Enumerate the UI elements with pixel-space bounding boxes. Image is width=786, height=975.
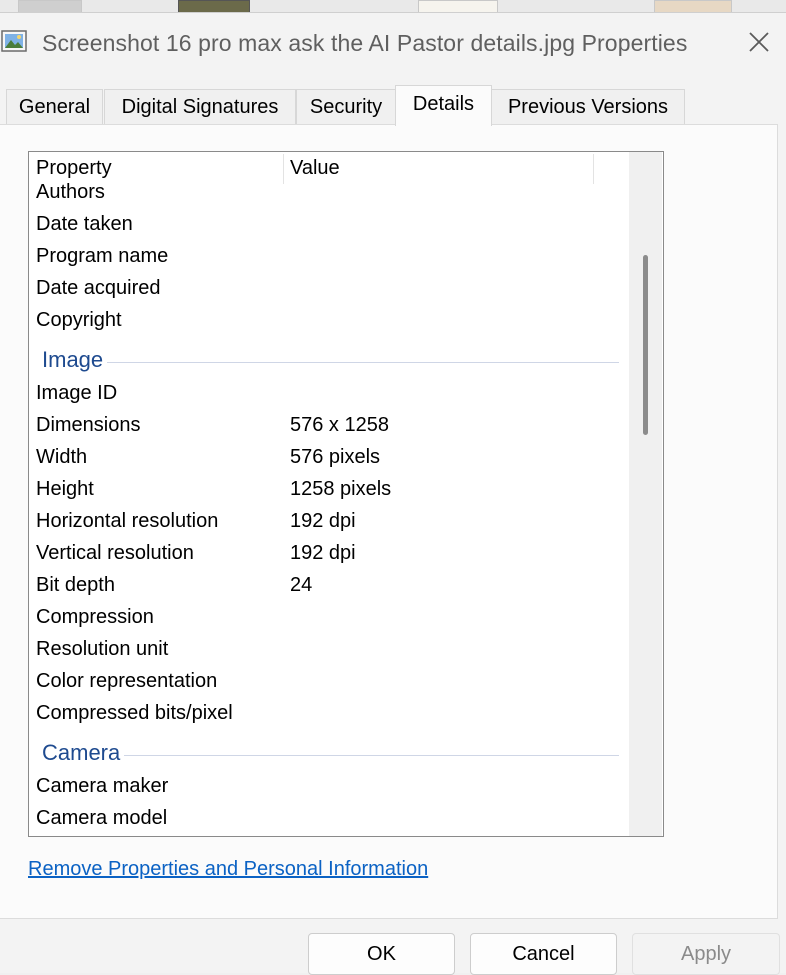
list-item[interactable]: Date acquired <box>29 274 629 306</box>
apply-button[interactable]: Apply <box>632 933 780 975</box>
property-value[interactable]: 24 <box>290 574 312 597</box>
property-value[interactable]: 192 dpi <box>290 510 356 533</box>
tab-strip: General Digital Signatures Security Deta… <box>0 85 786 126</box>
list-item[interactable]: Dimensions 576 x 1258 <box>29 411 629 443</box>
property-name: Vertical resolution <box>36 542 194 564</box>
property-name: Color representation <box>36 670 218 692</box>
property-name: Image ID <box>36 382 118 404</box>
list-item[interactable]: Image ID <box>29 379 629 411</box>
scrollbar-thumb[interactable] <box>643 255 648 435</box>
image-file-icon <box>1 30 27 52</box>
tab-security[interactable]: Security <box>296 89 396 124</box>
list-item[interactable]: Horizontal resolution 192 dpi <box>29 507 629 539</box>
close-icon[interactable] <box>744 27 774 57</box>
list-item[interactable]: Program name <box>29 242 629 274</box>
list-item[interactable]: Copyright <box>29 306 629 338</box>
list-item[interactable]: Compression <box>29 603 629 635</box>
property-list[interactable]: Property Value Authors Date taken Progra… <box>28 151 664 837</box>
list-item[interactable]: Width 576 pixels <box>29 443 629 475</box>
property-value[interactable]: 192 dpi <box>290 542 356 565</box>
property-name: Bit depth <box>36 574 115 596</box>
column-header-value[interactable]: Value <box>290 157 340 180</box>
list-item[interactable]: Resolution unit <box>29 635 629 667</box>
property-name: Dimensions <box>36 414 141 436</box>
tab-digital-signatures[interactable]: Digital Signatures <box>104 89 296 124</box>
list-item[interactable]: Date taken <box>29 210 629 242</box>
property-value[interactable]: 1258 pixels <box>290 478 391 501</box>
window-title: Screenshot 16 pro max ask the AI Pastor … <box>42 30 688 56</box>
property-list-content: Property Value Authors Date taken Progra… <box>29 152 629 836</box>
property-name: Date taken <box>36 213 133 235</box>
property-name: Program name <box>36 245 169 267</box>
properties-dialog: Screenshot 16 pro max ask the AI Pastor … <box>0 12 786 975</box>
group-header-camera: Camera <box>29 739 629 771</box>
list-item[interactable]: Compressed bits/pixel <box>29 699 629 731</box>
property-name: Compressed bits/pixel <box>36 702 233 724</box>
list-item[interactable]: Vertical resolution 192 dpi <box>29 539 629 571</box>
property-name: Copyright <box>36 309 122 331</box>
group-label: Image <box>42 347 108 373</box>
property-name: Horizontal resolution <box>36 510 219 532</box>
property-name: Camera model <box>36 807 168 829</box>
list-item[interactable]: Camera maker <box>29 772 629 804</box>
group-header-image: Image <box>29 346 629 378</box>
list-item[interactable]: Bit depth 24 <box>29 571 629 603</box>
property-name: Height <box>36 478 94 500</box>
property-value[interactable]: 576 x 1258 <box>290 414 389 437</box>
group-label: Camera <box>42 740 125 766</box>
column-header-property[interactable]: Property <box>36 157 112 180</box>
property-name: Date acquired <box>36 277 161 299</box>
group-divider <box>42 362 619 363</box>
tab-previous-versions[interactable]: Previous Versions <box>491 89 685 124</box>
title-bar: Screenshot 16 pro max ask the AI Pastor … <box>0 13 786 75</box>
list-item[interactable]: Authors <box>29 178 629 210</box>
remove-properties-link[interactable]: Remove Properties and Personal Informati… <box>28 858 428 881</box>
list-item[interactable]: Camera model <box>29 804 629 836</box>
property-value[interactable]: 576 pixels <box>290 446 380 469</box>
property-name: Camera maker <box>36 775 169 797</box>
list-item[interactable]: Color representation <box>29 667 629 699</box>
property-name: Compression <box>36 606 154 628</box>
ok-button[interactable]: OK <box>308 933 455 975</box>
list-item[interactable]: Height 1258 pixels <box>29 475 629 507</box>
property-name: Resolution unit <box>36 638 169 660</box>
cancel-button[interactable]: Cancel <box>470 933 617 975</box>
tab-general[interactable]: General <box>6 89 103 124</box>
group-divider <box>42 755 619 756</box>
property-name: Authors <box>36 181 105 203</box>
vertical-scrollbar[interactable] <box>629 152 662 836</box>
property-name: Width <box>36 446 88 468</box>
tab-details[interactable]: Details <box>395 85 492 126</box>
